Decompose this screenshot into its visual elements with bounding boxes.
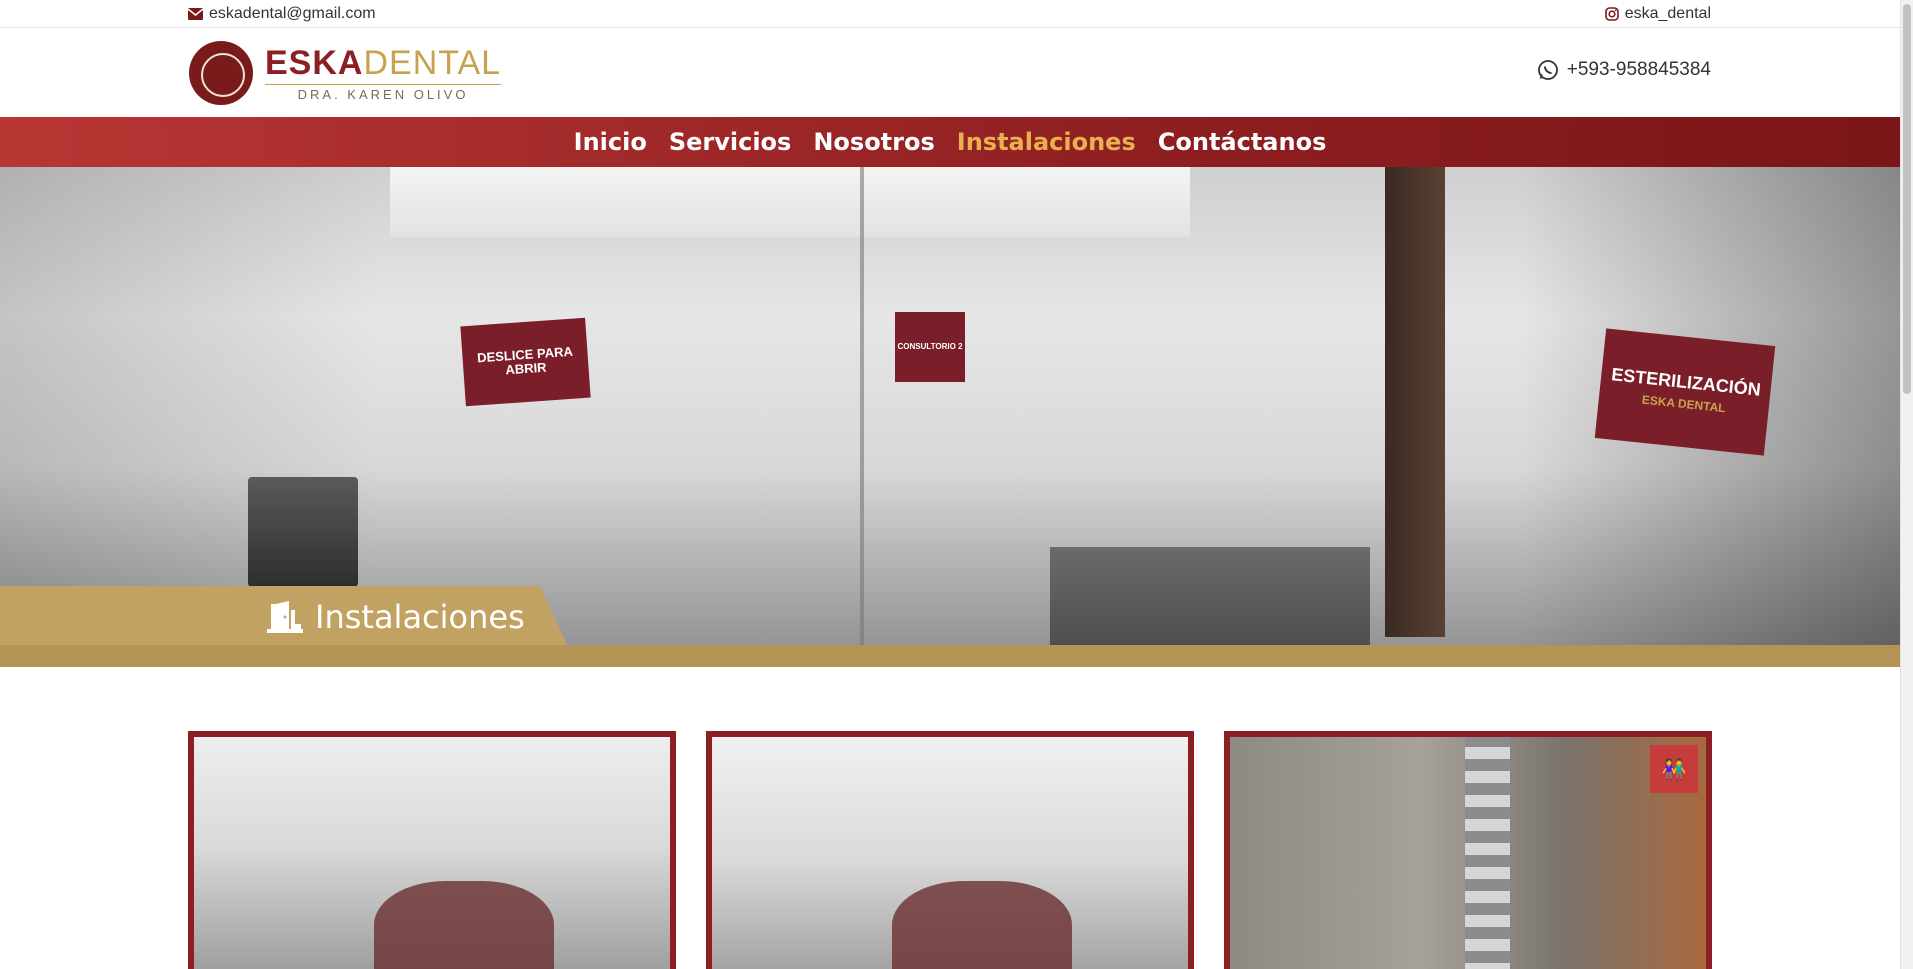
hero-ceiling [390, 167, 1190, 237]
gallery-image-consultorio-1[interactable] [188, 731, 676, 969]
whatsapp-icon [1537, 60, 1558, 80]
dental-chair [374, 881, 554, 969]
instagram-link[interactable]: eska_dental [1604, 5, 1711, 23]
gallery-image-bathroom[interactable]: 👫 [1224, 731, 1712, 969]
nav-inicio[interactable]: Inicio [574, 128, 647, 156]
hero-door [1385, 167, 1445, 637]
logo-text: ESKADENTAL DRA. KAREN OLIVO [265, 43, 502, 101]
page-scrollbar[interactable] [1900, 0, 1913, 969]
envelope-icon [188, 8, 203, 20]
top-contact-bar: eskadental@gmail.com eska_dental [0, 0, 1900, 28]
sign-esterilizacion: ESTERILIZACIÓN ESKA DENTAL [1594, 328, 1776, 456]
hero-dispenser [248, 477, 358, 587]
hero-title-tab: Instalaciones [0, 586, 567, 645]
nav-nosotros[interactable]: Nosotros [813, 128, 934, 156]
site-logo[interactable]: ESKADENTAL DRA. KAREN OLIVO [189, 41, 502, 105]
instagram-icon [1604, 7, 1619, 21]
main-nav: Inicio Servicios Nosotros Instalaciones … [0, 117, 1900, 167]
email-link[interactable]: eskadental@gmail.com [188, 5, 376, 23]
logo-subtitle: DRA. KAREN OLIVO [265, 83, 502, 101]
nav-contactanos[interactable]: Contáctanos [1158, 128, 1327, 156]
instagram-text: eska_dental [1624, 5, 1711, 22]
sign-deslice: DESLICE PARA ABRIR [460, 317, 591, 407]
nav-instalaciones[interactable]: Instalaciones [957, 128, 1136, 156]
tile-column [1465, 737, 1510, 969]
scrollbar-thumb[interactable] [1903, 4, 1911, 394]
email-text: eskadental@gmail.com [209, 5, 376, 22]
restroom-sign-icon: 👫 [1650, 745, 1698, 793]
dental-chair [892, 881, 1072, 969]
logo-title-eska: ESKA [265, 43, 364, 82]
sign-esterilizacion-sub: ESKA DENTAL [1641, 392, 1727, 416]
phone-number: +593-958845384 [1566, 59, 1711, 80]
logo-title-dental: DENTAL [363, 43, 502, 82]
tooth-logo-icon [189, 41, 253, 105]
sign-consultorio: CONSULTORIO 2 [895, 312, 965, 382]
gallery-image-consultorio-2[interactable] [706, 731, 1194, 969]
phone-link[interactable]: +593-958845384 [1537, 59, 1711, 81]
nav-servicios[interactable]: Servicios [669, 128, 792, 156]
sign-esterilizacion-main: ESTERILIZACIÓN [1610, 364, 1762, 401]
hero-gold-band [0, 645, 1900, 667]
door-open-icon [267, 601, 303, 633]
hero-glass-edge [860, 167, 864, 647]
site-header: ESKADENTAL DRA. KAREN OLIVO +593-9588453… [0, 28, 1900, 117]
hero-title: Instalaciones [315, 598, 525, 636]
